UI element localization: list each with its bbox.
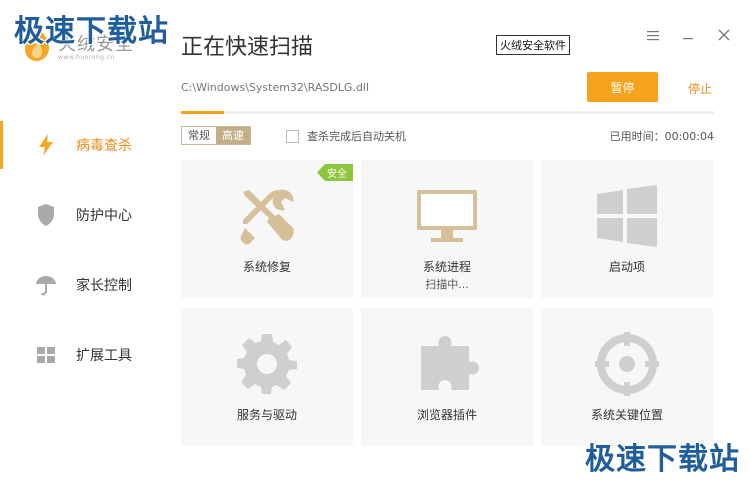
close-button[interactable] xyxy=(714,28,734,48)
brand-tag: 火绒安全软件 xyxy=(496,35,570,55)
minimize-button[interactable] xyxy=(678,28,698,48)
scan-card-browser-plugins: 浏览器插件 xyxy=(361,308,533,446)
current-scan-path: C:\Windows\System32\RASDLG.dll xyxy=(181,81,370,94)
menu-button[interactable] xyxy=(643,28,663,48)
windows-icon xyxy=(597,185,657,247)
card-label: 系统关键位置 xyxy=(590,408,663,422)
scan-mode-toggle: 常规 高速 xyxy=(181,126,251,145)
scan-progress-fill xyxy=(181,111,224,114)
sidebar-item-protection[interactable]: 防护中心 xyxy=(0,180,163,250)
scan-progress-bar xyxy=(181,111,714,114)
scan-card-key-locations: 系统关键位置 xyxy=(541,308,713,446)
card-label: 启动项 xyxy=(608,260,645,274)
safe-badge: 安全 xyxy=(317,164,353,181)
puzzle-icon xyxy=(421,336,479,390)
sidebar-item-virus-scan[interactable]: 病毒查杀 xyxy=(0,110,163,180)
auto-shutdown-label: 查杀完成后自动关机 xyxy=(307,130,406,143)
mode-normal-option[interactable]: 常规 xyxy=(182,127,216,144)
scan-card-startup: 启动项 xyxy=(541,160,713,298)
page-title: 正在快速扫描 xyxy=(181,35,314,60)
watermark-bottom: 极速下载站 xyxy=(585,442,740,477)
gear-icon xyxy=(237,334,297,394)
target-icon xyxy=(595,332,659,396)
sidebar-item-label: 扩展工具 xyxy=(76,348,132,364)
sidebar-item-parental-control[interactable]: 家长控制 xyxy=(0,250,163,320)
umbrella-icon xyxy=(36,276,56,296)
tools-icon xyxy=(240,189,294,245)
menu-icon xyxy=(647,31,659,41)
grid-icon xyxy=(37,347,55,363)
sidebar-item-label: 家长控制 xyxy=(76,278,132,294)
mode-fast-option[interactable]: 高速 xyxy=(216,127,250,144)
app-url: www.huorong.cn xyxy=(58,54,115,61)
card-label: 系统进程 xyxy=(422,260,471,274)
pause-button[interactable]: 暂停 xyxy=(587,72,658,102)
auto-shutdown-checkbox[interactable]: 查杀完成后自动关机 xyxy=(286,128,406,144)
card-label: 浏览器插件 xyxy=(416,408,477,422)
card-label: 系统修复 xyxy=(242,260,291,274)
scan-card-system-repair: 安全 系统修复 xyxy=(181,160,353,298)
sidebar-item-label: 病毒查杀 xyxy=(76,138,132,154)
shield-icon xyxy=(38,204,54,226)
scan-card-services-drivers: 服务与驱动 xyxy=(181,308,353,446)
sidebar-item-extensions[interactable]: 扩展工具 xyxy=(0,320,163,390)
stop-button[interactable]: 停止 xyxy=(688,80,712,97)
sidebar-item-label: 防护中心 xyxy=(76,208,132,224)
minimize-icon xyxy=(683,38,693,40)
lightning-icon xyxy=(39,134,53,156)
close-icon xyxy=(718,29,730,41)
monitor-icon xyxy=(417,190,477,242)
scan-card-system-process: 系统进程 扫描中... xyxy=(361,160,533,298)
checkbox-box xyxy=(286,129,299,143)
card-label: 服务与驱动 xyxy=(236,408,297,422)
watermark-top: 极速下载站 xyxy=(14,14,169,49)
sidebar-nav: 病毒查杀 防护中心 家长控制 扩展工具 xyxy=(0,110,163,390)
elapsed-time: 已用时间：00:00:04 xyxy=(609,130,714,143)
sidebar: 火绒安全 www.huorong.cn 病毒查杀 防护中心 家长控制 扩展工具 xyxy=(0,0,163,482)
card-status: 扫描中... xyxy=(425,278,469,291)
